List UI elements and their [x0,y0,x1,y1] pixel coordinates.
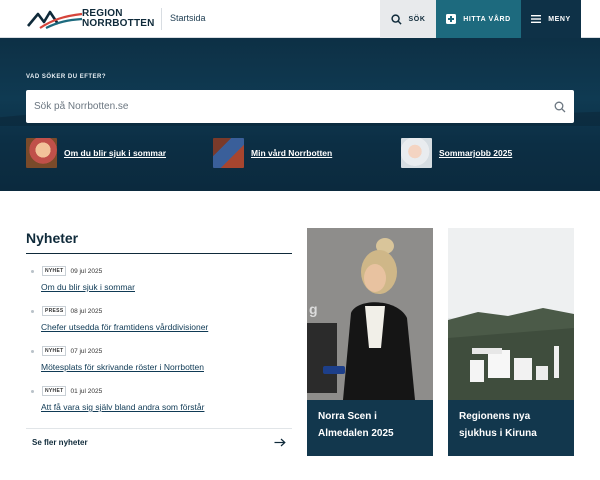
news-item: NYHET 09 jul 2025 Om du blir sjuk i somma… [31,266,291,292]
search-button[interactable]: SÖK [380,0,436,38]
more-news-label: Se fler nyheter [32,438,88,447]
search-label: VAD SÖKER DU EFTER? [26,74,107,80]
search-input[interactable] [34,101,554,112]
bullet-dot [31,389,34,393]
header-divider [161,8,162,30]
arrow-right-icon [274,438,286,447]
news-title-link[interactable]: Att få vara sig själv bland andra som fö… [41,402,291,412]
news-item: NYHET 07 jul 2025 Mötesplats för skrivand… [31,346,291,372]
search-bar [26,90,574,123]
quick-link-thumbnail [401,138,432,168]
more-news-link[interactable]: Se fler nyheter [26,428,292,456]
news-tag: NYHET [42,266,67,276]
bullet-dot [31,269,34,273]
brand-name: REGION NORRBOTTEN [82,9,155,29]
card-title-line1: Norra Scen i [318,411,377,422]
quick-link-label: Om du blir sjuk i sommar [64,148,167,158]
hitta-vard-button[interactable]: HITTA VÅRD [436,0,521,38]
feature-card-kiruna[interactable]: Regionens nya sjukhus i Kiruna [448,228,574,456]
news-item: PRESS 08 jul 2025 Chefer utsedda för fram… [31,306,291,332]
news-heading-rule [26,253,292,254]
quick-link-sommarjobb[interactable]: Sommarjobb 2025 [401,138,512,168]
news-title-link[interactable]: Om du blir sjuk i sommar [41,282,291,292]
news-title-link[interactable]: Chefer utsedda för framtidens vårddivisi… [41,322,291,332]
card-title-line2: Almedalen 2025 [318,428,394,439]
news-item: NYHET 01 jul 2025 Att få vara sig själv b… [31,386,291,412]
svg-text:g: g [309,301,318,317]
feature-card-almedalen[interactable]: g Norra Scen i Almedalen 2025 [307,228,433,456]
news-date: 09 jul 2025 [70,267,103,275]
hitta-vard-label: HITTA VÅRD [463,15,511,23]
plus-cross-icon [446,14,457,24]
search-button-label: SÖK [408,15,426,23]
quick-link-min-vard[interactable]: Min vård Norrbotten [213,138,332,168]
bullet-dot [31,349,34,353]
quick-link-label: Sommarjobb 2025 [439,148,513,158]
card-title-line2: sjukhus i Kiruna [459,428,537,439]
news-tag: PRESS [42,306,67,316]
quick-link-sjuk-i-sommar[interactable]: Om du blir sjuk i sommar [26,138,166,168]
news-heading: Nyheter [26,230,79,246]
card-title-line1: Regionens nya [459,411,531,422]
site-header: REGION NORRBOTTEN Startsida SÖK HITTA VÅ… [0,0,600,38]
news-date: 08 jul 2025 [70,307,103,315]
menu-button[interactable]: MENY [521,0,581,38]
region-norrbotten-logo[interactable] [26,8,86,30]
news-title-link[interactable]: Mötesplats för skrivande röster i Norrbo… [41,362,291,372]
search-icon [390,13,402,25]
quick-link-thumbnail [26,138,57,168]
brand-line2: NORRBOTTEN [82,18,155,29]
hero-section: VAD SÖKER DU EFTER? Om du blir sjuk i so… [0,38,600,191]
hamburger-icon [531,15,542,23]
news-tag: NYHET [42,346,67,356]
news-date: 07 jul 2025 [70,347,103,355]
card-caption: Regionens nya sjukhus i Kiruna [448,400,574,456]
quick-link-label: Min vård Norrbotten [251,148,333,158]
news-date: 01 jul 2025 [70,387,103,395]
startsida-link[interactable]: Startsida [170,13,206,23]
search-icon[interactable] [554,101,566,113]
quick-link-thumbnail [213,138,244,168]
news-tag: NYHET [42,386,67,396]
bullet-dot [31,309,34,313]
card-caption: Norra Scen i Almedalen 2025 [307,400,433,456]
menu-label: MENY [548,15,571,23]
